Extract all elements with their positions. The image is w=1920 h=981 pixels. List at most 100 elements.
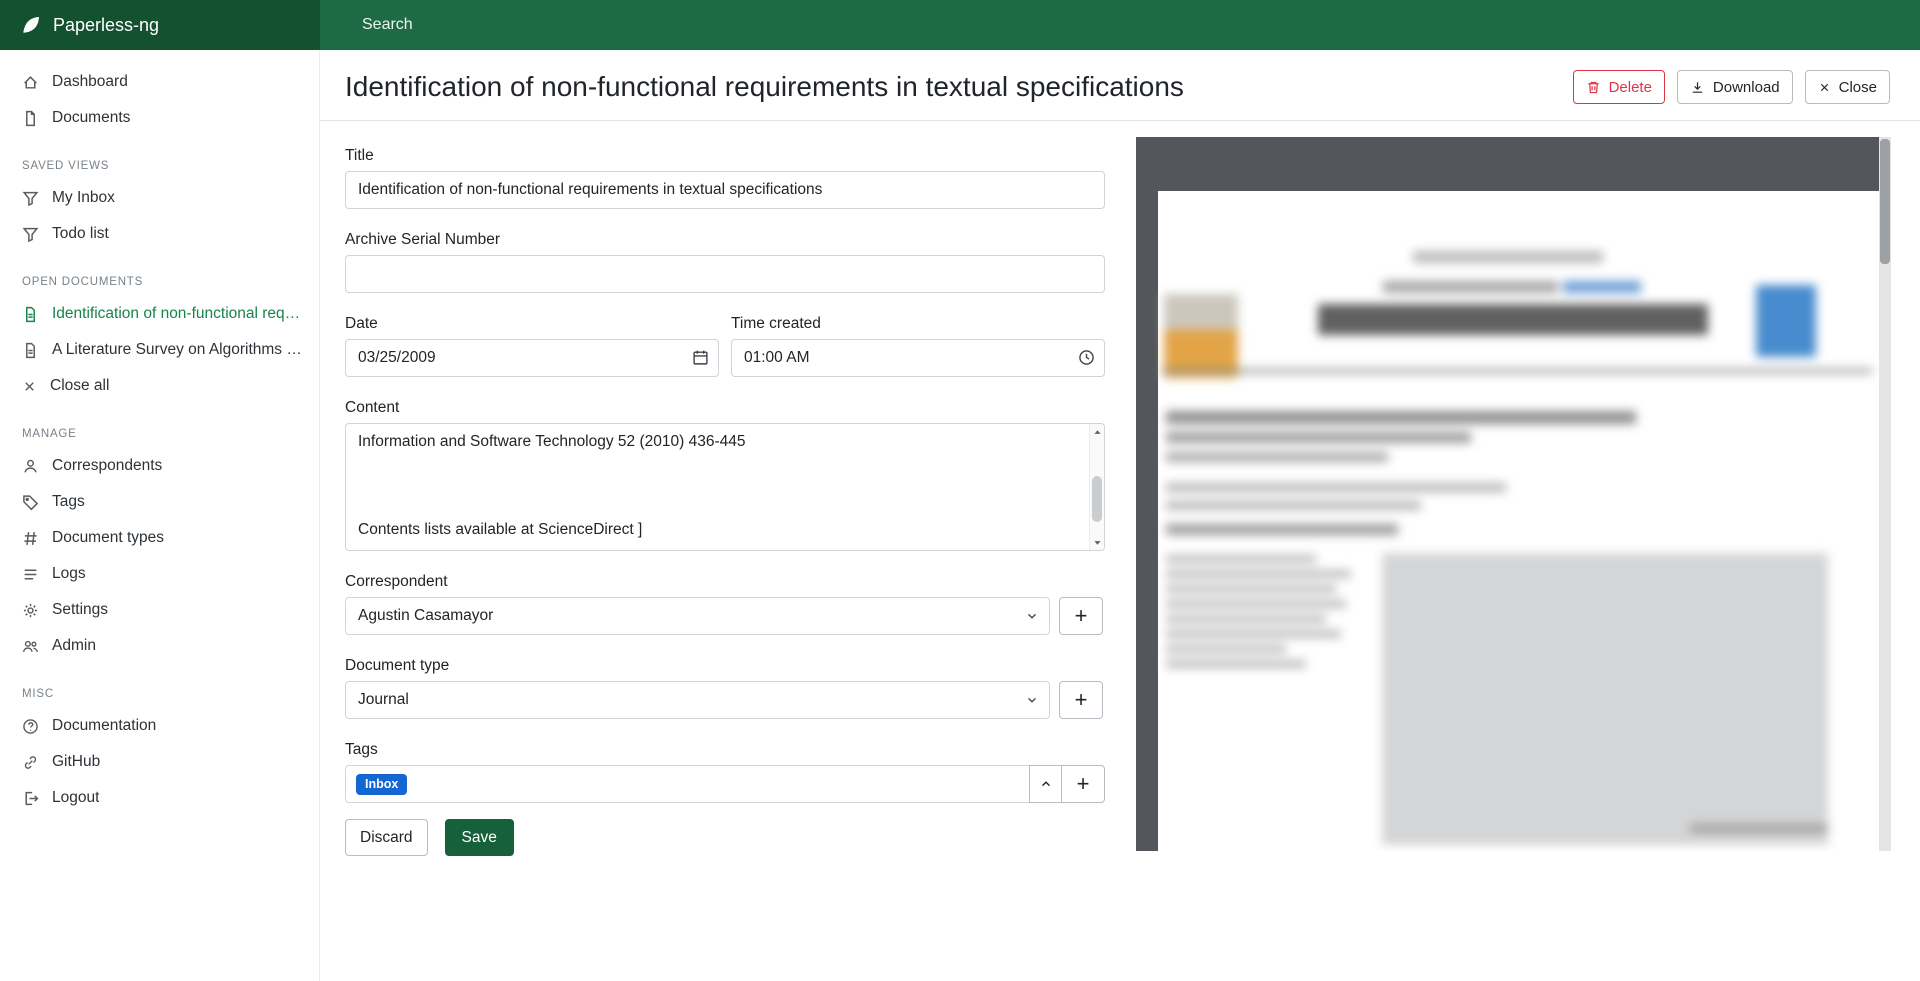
sidebar-item-label: Correspondents [52, 457, 162, 475]
preview-blur-line [1690, 824, 1828, 833]
page-title: Identification of non-functional require… [345, 68, 1184, 106]
time-created-input[interactable] [731, 339, 1105, 377]
date-label: Date [345, 315, 719, 333]
content-line-2: Contents lists available at ScienceDirec… [358, 521, 1076, 539]
content-textarea[interactable]: Information and Software Technology 52 (… [345, 423, 1105, 551]
sidebar-item-todo-list[interactable]: Todo list [0, 216, 319, 252]
title-input[interactable] [345, 171, 1105, 209]
file-text-icon [22, 306, 39, 323]
sidebar-item-correspondents[interactable]: Correspondents [0, 448, 319, 484]
tags-dropdown-toggle-button[interactable] [1029, 765, 1062, 803]
preview-scrollbar[interactable] [1879, 137, 1891, 851]
app-brand[interactable]: Paperless-ng [0, 0, 320, 50]
funnel-icon [22, 190, 39, 207]
sidebar-item-label: Identification of non-functional require… [52, 305, 305, 323]
sidebar-section-open-documents: OPEN DOCUMENTS [0, 252, 319, 296]
sidebar-item-tags[interactable]: Tags [0, 484, 319, 520]
download-icon [1690, 80, 1705, 95]
funnel-icon [22, 226, 39, 243]
document-type-select[interactable]: Journal [345, 681, 1050, 719]
correspondent-label: Correspondent [345, 573, 1105, 591]
preview-blur-line [1166, 452, 1388, 462]
gear-icon [22, 602, 39, 619]
time-field-group: Time created [731, 315, 1105, 377]
document-type-label: Document type [345, 657, 1105, 675]
scroll-down-arrow-icon[interactable] [1090, 535, 1104, 549]
pdf-page-blurred-content [1158, 191, 1879, 851]
sidebar-section-saved-views: SAVED VIEWS [0, 136, 319, 180]
chevron-down-icon [1025, 609, 1039, 623]
tags-label: Tags [345, 741, 1105, 759]
sidebar-item-label: My Inbox [52, 189, 115, 207]
sidebar-item-close-all[interactable]: Close all [0, 368, 319, 404]
sidebar-item-settings[interactable]: Settings [0, 592, 319, 628]
sidebar-item-dashboard[interactable]: Dashboard [0, 64, 319, 100]
app-brand-title: Paperless-ng [53, 15, 159, 36]
sidebar-item-documents[interactable]: Documents [0, 100, 319, 136]
add-document-type-button[interactable]: + [1059, 681, 1103, 719]
question-circle-icon [22, 718, 39, 735]
sidebar-item-label: Logout [52, 789, 99, 807]
delete-button[interactable]: Delete [1573, 70, 1665, 104]
chevron-down-icon [1025, 693, 1039, 707]
person-icon [22, 458, 39, 475]
clock-icon[interactable] [1078, 349, 1095, 366]
discard-button[interactable]: Discard [345, 819, 428, 856]
document-actions: Delete Download Close [1573, 70, 1890, 104]
title-field-group: Title [345, 147, 1105, 209]
preview-blur-line [1166, 432, 1471, 443]
sidebar-item-label: Dashboard [52, 73, 128, 91]
download-button-label: Download [1713, 79, 1780, 96]
sidebar-item-document-types[interactable]: Document types [0, 520, 319, 556]
time-created-label: Time created [731, 315, 1105, 333]
sidebar-open-document-2[interactable]: A Literature Survey on Algorithms for Mu… [0, 332, 319, 368]
content-scrollbar[interactable] [1089, 424, 1104, 550]
sidebar-item-admin[interactable]: Admin [0, 628, 319, 664]
correspondent-select[interactable]: Agustin Casamayor [345, 597, 1050, 635]
tags-input[interactable]: Inbox [345, 765, 1030, 803]
archive-serial-number-input[interactable] [345, 255, 1105, 293]
close-button-label: Close [1839, 79, 1877, 96]
preview-blur-line [1563, 281, 1641, 293]
tag-icon [22, 494, 39, 511]
preview-blur-line [1166, 570, 1351, 578]
content-label: Content [345, 399, 1105, 417]
document-page-header: Identification of non-functional require… [320, 50, 1920, 121]
sidebar: Dashboard Documents SAVED VIEWS My Inbox… [0, 50, 320, 981]
sidebar-section-misc: MISC [0, 664, 319, 708]
sidebar-open-document-1[interactable]: Identification of non-functional require… [0, 296, 319, 332]
archive-serial-number-label: Archive Serial Number [345, 231, 1105, 249]
sidebar-item-logout[interactable]: Logout [0, 780, 319, 816]
sidebar-item-label: Documents [52, 109, 130, 127]
save-button[interactable]: Save [445, 819, 514, 856]
navbar-search-area [320, 0, 1920, 50]
sidebar-item-label: A Literature Survey on Algorithms for Mu… [52, 341, 305, 359]
tags-field-group: Tags Inbox + [345, 741, 1105, 803]
preview-blur-line [1166, 630, 1341, 638]
sidebar-item-logs[interactable]: Logs [0, 556, 319, 592]
scroll-up-arrow-icon[interactable] [1090, 425, 1104, 439]
tag-badge-inbox[interactable]: Inbox [356, 774, 407, 795]
trash-icon [1586, 80, 1601, 95]
sidebar-item-label: Document types [52, 529, 164, 547]
main-area: Identification of non-functional require… [320, 0, 1920, 856]
correspondent-selected-value: Agustin Casamayor [358, 607, 493, 625]
sidebar-item-documentation[interactable]: Documentation [0, 708, 319, 744]
date-input[interactable] [345, 339, 719, 377]
add-tag-button[interactable]: + [1061, 765, 1105, 803]
preview-scrollbar-thumb[interactable] [1880, 139, 1890, 264]
calendar-icon[interactable] [692, 349, 709, 366]
document-edit-form: Title Archive Serial Number Date [345, 147, 1105, 856]
logout-icon [22, 790, 39, 807]
pdf-preview-viewer[interactable] [1136, 137, 1891, 851]
close-button[interactable]: Close [1805, 70, 1890, 104]
sidebar-item-my-inbox[interactable]: My Inbox [0, 180, 319, 216]
sidebar-section-manage: MANAGE [0, 404, 319, 448]
sidebar-item-label: Documentation [52, 717, 156, 735]
add-correspondent-button[interactable]: + [1059, 597, 1103, 635]
search-input[interactable] [320, 0, 1920, 50]
content-scrollbar-thumb[interactable] [1092, 476, 1102, 522]
sidebar-item-label: Close all [50, 377, 109, 395]
download-button[interactable]: Download [1677, 70, 1793, 104]
sidebar-item-github[interactable]: GitHub [0, 744, 319, 780]
